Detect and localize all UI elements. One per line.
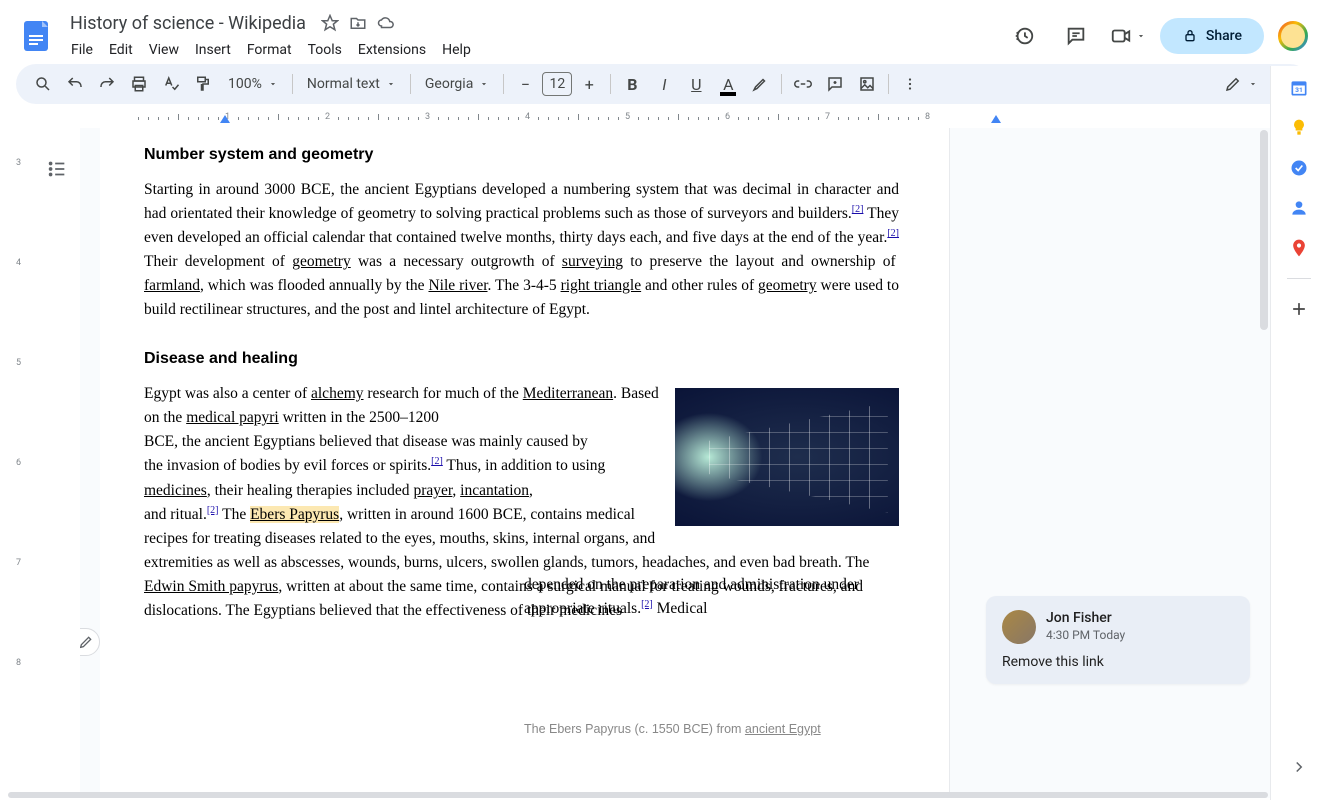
spellcheck-icon[interactable] xyxy=(156,69,186,99)
paint-format-icon[interactable] xyxy=(188,69,218,99)
more-icon[interactable] xyxy=(895,69,925,99)
outline-icon[interactable] xyxy=(46,158,70,182)
workspace: 345678 Number system and geometry Starti… xyxy=(0,128,1326,798)
image-caption: The Ebers Papyrus (c. 1550 BCE) from anc… xyxy=(524,722,821,736)
link-surveying[interactable]: surveying xyxy=(562,253,623,270)
add-icon[interactable] xyxy=(1289,299,1309,319)
bold-icon[interactable]: B xyxy=(617,69,647,99)
docs-logo[interactable] xyxy=(16,16,56,56)
editing-mode-icon[interactable] xyxy=(1216,69,1266,99)
style-value: Normal text xyxy=(307,76,380,92)
citation-link[interactable]: [2] xyxy=(641,599,653,610)
menu-tools[interactable]: Tools xyxy=(301,38,349,62)
svg-text:31: 31 xyxy=(1295,86,1303,94)
decrease-font-icon[interactable]: − xyxy=(510,69,540,99)
explore-button[interactable] xyxy=(80,628,100,656)
zoom-value: 100% xyxy=(228,76,262,92)
horizontal-scrollbar[interactable] xyxy=(8,792,1268,798)
calendar-icon[interactable]: 31 xyxy=(1289,78,1309,98)
side-panel: 31 xyxy=(1270,66,1326,800)
citation-link[interactable]: [2] xyxy=(431,456,443,467)
link-medical-papyri[interactable]: medical papyri xyxy=(186,409,279,426)
share-button[interactable]: Share xyxy=(1160,18,1264,54)
move-icon[interactable] xyxy=(348,13,368,33)
link-right-triangle[interactable]: right triangle xyxy=(561,277,642,294)
search-icon[interactable] xyxy=(28,69,58,99)
insert-image-icon[interactable] xyxy=(852,69,882,99)
citation-link[interactable]: [2] xyxy=(887,228,899,239)
menu-insert[interactable]: Insert xyxy=(188,38,238,62)
indent-right-marker[interactable] xyxy=(991,115,1001,123)
share-label: Share xyxy=(1206,28,1242,44)
increase-font-icon[interactable]: + xyxy=(574,69,604,99)
menu-format[interactable]: Format xyxy=(240,38,299,62)
menu-view[interactable]: View xyxy=(142,38,186,62)
link-ancient-egypt[interactable]: ancient Egypt xyxy=(745,722,821,736)
page-area: Number system and geometry Starting in a… xyxy=(80,128,1326,798)
heading-disease: Disease and healing xyxy=(144,350,899,368)
italic-icon[interactable]: I xyxy=(649,69,679,99)
comment-text: Remove this link xyxy=(1002,654,1234,670)
link-nile[interactable]: Nile river xyxy=(428,277,487,294)
style-select[interactable]: Normal text xyxy=(299,69,404,99)
redo-icon[interactable] xyxy=(92,69,122,99)
print-icon[interactable] xyxy=(124,69,154,99)
header: History of science - Wikipedia File Edit… xyxy=(0,0,1326,64)
link-medicines[interactable]: medicines xyxy=(144,482,207,499)
contacts-icon[interactable] xyxy=(1289,198,1309,218)
underline-icon[interactable]: U xyxy=(681,69,711,99)
undo-icon[interactable] xyxy=(60,69,90,99)
document-title[interactable]: History of science - Wikipedia xyxy=(64,11,312,36)
keep-icon[interactable] xyxy=(1289,118,1309,138)
link-prayer[interactable]: prayer xyxy=(413,482,452,499)
link-farmland[interactable]: farmland xyxy=(144,277,200,294)
menu-file[interactable]: File xyxy=(64,38,100,62)
citation-link[interactable]: [2] xyxy=(852,204,864,215)
account-avatar[interactable] xyxy=(1276,19,1310,53)
horizontal-ruler[interactable]: 12345678 xyxy=(80,112,1326,128)
cloud-status-icon[interactable] xyxy=(376,13,396,33)
menu-edit[interactable]: Edit xyxy=(102,38,140,62)
link-mediterranean[interactable]: Mediterranean xyxy=(523,385,613,402)
link-incantation[interactable]: incantation xyxy=(460,482,529,499)
highlight-icon[interactable] xyxy=(745,69,775,99)
comment-author: Jon Fisher xyxy=(1046,610,1125,626)
comment-card[interactable]: Jon Fisher 4:30 PM Today Remove this lin… xyxy=(986,596,1250,684)
outline-panel xyxy=(36,128,80,798)
menu-bar: File Edit View Insert Format Tools Exten… xyxy=(64,38,1004,62)
tasks-icon[interactable] xyxy=(1289,158,1309,178)
collapse-sidepanel-icon[interactable] xyxy=(1290,758,1308,780)
history-icon[interactable] xyxy=(1004,16,1044,56)
scrollbar[interactable] xyxy=(1260,130,1268,330)
paragraph: Starting in around 3000 BCE, the ancient… xyxy=(144,178,899,322)
link-geometry[interactable]: geometry xyxy=(758,277,817,294)
text-color-icon[interactable]: A xyxy=(713,69,743,99)
vertical-ruler[interactable]: 345678 xyxy=(8,128,36,798)
menu-extensions[interactable]: Extensions xyxy=(351,38,433,62)
link-alchemy[interactable]: alchemy xyxy=(311,385,364,402)
maps-icon[interactable] xyxy=(1289,238,1309,258)
add-comment-icon[interactable] xyxy=(820,69,850,99)
link-geometry[interactable]: geometry xyxy=(292,253,351,270)
paragraph: and ritual.[2] The Ebers Papyrus, writte… xyxy=(144,503,899,623)
comments-icon[interactable] xyxy=(1056,16,1096,56)
zoom-select[interactable]: 100% xyxy=(220,69,286,99)
font-select[interactable]: Georgia xyxy=(417,69,497,99)
comment-time: 4:30 PM Today xyxy=(1046,628,1125,642)
menu-help[interactable]: Help xyxy=(435,38,478,62)
meet-icon[interactable] xyxy=(1108,16,1148,56)
heading-number-system: Number system and geometry xyxy=(144,146,899,164)
document-page[interactable]: Number system and geometry Starting in a… xyxy=(100,128,950,798)
font-value: Georgia xyxy=(425,76,473,92)
toolbar: 100% Normal text Georgia − 12 + B I U A xyxy=(16,64,1310,104)
comment-avatar xyxy=(1002,610,1036,644)
link-icon[interactable] xyxy=(788,69,818,99)
link-edwin-smith[interactable]: Edwin Smith papyrus xyxy=(144,578,278,595)
link-ebers-papyrus[interactable]: Ebers Papyrus xyxy=(250,506,339,523)
star-icon[interactable] xyxy=(320,13,340,33)
header-actions: Share xyxy=(1004,16,1310,56)
citation-link[interactable]: [2] xyxy=(207,505,219,516)
font-size-input[interactable]: 12 xyxy=(542,72,572,96)
title-area: History of science - Wikipedia File Edit… xyxy=(64,11,1004,62)
